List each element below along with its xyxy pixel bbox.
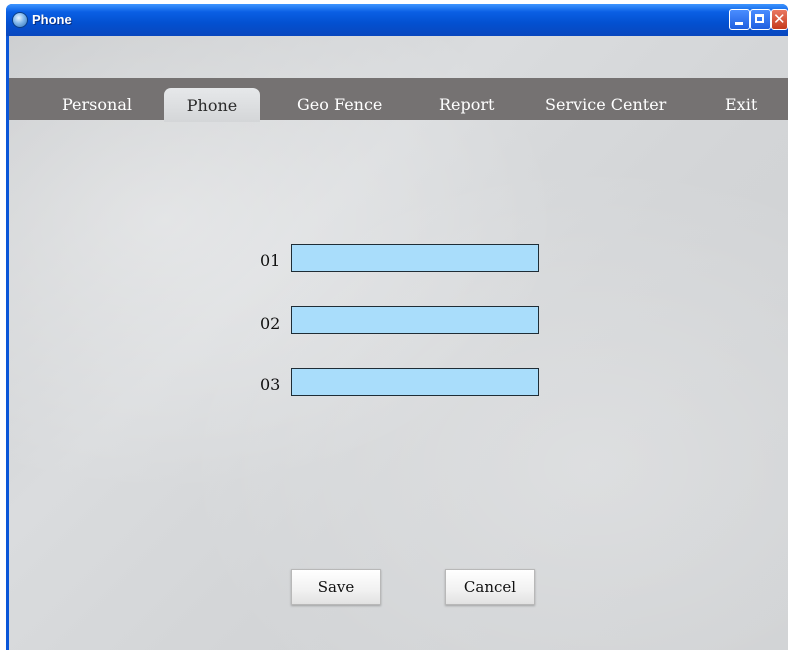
tab-personal[interactable]: Personal — [62, 95, 132, 114]
title-bar[interactable]: Phone ✕ — [6, 4, 788, 36]
tab-geo-fence[interactable]: Geo Fence — [297, 95, 382, 114]
app-icon — [12, 12, 28, 28]
phone-input-01[interactable] — [291, 244, 539, 272]
tab-service-center[interactable]: Service Center — [545, 95, 666, 114]
minimize-icon — [735, 22, 743, 25]
maximize-button[interactable] — [750, 9, 771, 30]
phone-window: Phone ✕ Personal Phone Geo Fence Report … — [6, 4, 788, 650]
cancel-button[interactable]: Cancel — [445, 569, 535, 605]
minimize-button[interactable] — [729, 9, 750, 30]
save-button[interactable]: Save — [291, 569, 381, 605]
close-icon: ✕ — [773, 10, 786, 28]
phone-input-02[interactable] — [291, 306, 539, 334]
window-title: Phone — [32, 12, 72, 27]
phone-label-01: 01 — [260, 251, 281, 270]
tab-report[interactable]: Report — [439, 95, 494, 114]
close-button[interactable]: ✕ — [771, 9, 788, 30]
maximize-icon — [755, 14, 764, 23]
tab-exit[interactable]: Exit — [725, 95, 757, 114]
tab-phone[interactable]: Phone — [164, 88, 260, 122]
phone-label-02: 02 — [260, 314, 281, 333]
client-area: Personal Phone Geo Fence Report Service … — [9, 36, 788, 650]
phone-label-03: 03 — [260, 375, 281, 394]
phone-input-03[interactable] — [291, 368, 539, 396]
